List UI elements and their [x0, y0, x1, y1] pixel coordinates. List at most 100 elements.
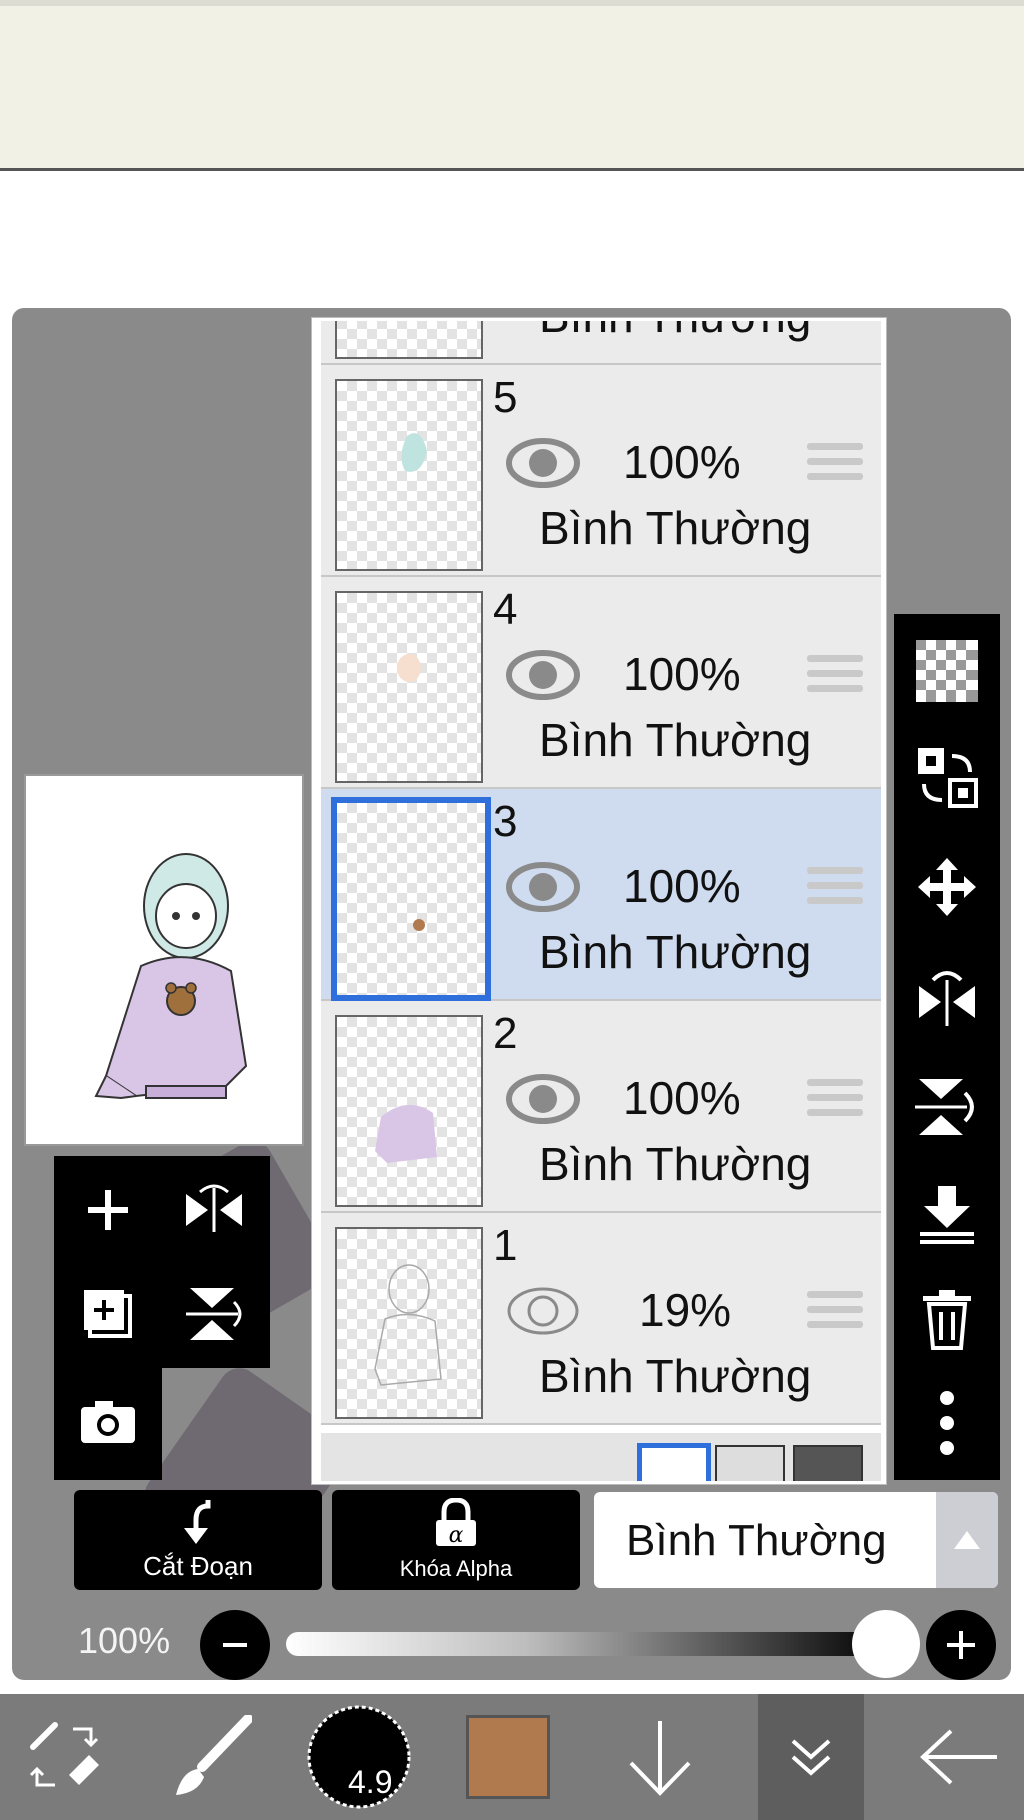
background-checker-option[interactable] [715, 1445, 785, 1481]
eye-outline-icon[interactable] [505, 1283, 581, 1339]
add-layer-button[interactable] [68, 1170, 148, 1250]
layer-number: 3 [493, 797, 518, 846]
opacity-value: 100% [78, 1620, 171, 1661]
layer-blend-mode: Bình Thường [539, 1350, 812, 1402]
tool-switch-button[interactable] [0, 1694, 130, 1820]
layer-thumbnail [335, 591, 483, 783]
arrow-left-icon [920, 1729, 997, 1785]
layer-thumbnail-art [413, 919, 425, 931]
layer-thumbnail [335, 379, 483, 571]
current-color-swatch [466, 1715, 550, 1799]
drag-handle-icon[interactable] [807, 443, 863, 488]
checkerboard-icon [916, 640, 978, 702]
layer-opacity: 100% [623, 648, 741, 700]
layer-opacity: 19% [639, 1284, 732, 1336]
flip-vertical-icon [915, 1079, 974, 1135]
move-icon [918, 858, 976, 916]
arrow-down-icon [629, 1721, 691, 1796]
layer-menu-button[interactable] [758, 1694, 864, 1820]
double-chevron-down-icon [791, 1739, 831, 1776]
layer-number: 1 [493, 1221, 518, 1270]
back-button[interactable] [904, 1694, 1014, 1820]
flip-vertical-icon [186, 1288, 242, 1340]
color-button[interactable] [458, 1694, 558, 1820]
layer-thumbnail-art [375, 1104, 437, 1163]
move-button[interactable] [912, 852, 982, 922]
background-dark-option[interactable] [793, 1445, 863, 1481]
minus-icon [223, 1643, 247, 1647]
left-layer-tools [54, 1156, 270, 1368]
drag-handle-icon[interactable] [807, 1291, 863, 1336]
lock-icon: α [436, 1498, 476, 1548]
clipping-button[interactable]: Cắt Đoạn [74, 1490, 322, 1590]
layer-opacity: 100% [623, 860, 741, 912]
brush-icon [176, 1715, 252, 1795]
eye-icon[interactable] [505, 435, 581, 491]
brush-eraser-switch-icon [29, 1722, 99, 1787]
layer-row-5[interactable]: 5 100% Bình Thường [321, 365, 881, 577]
camera-button[interactable] [68, 1382, 148, 1462]
swap-layer-button[interactable] [912, 742, 982, 812]
alpha-lock-button[interactable]: α Khóa Alpha [332, 1490, 580, 1590]
layer-row-partial[interactable]: Bình Thường [321, 321, 881, 365]
swap-icon [918, 748, 978, 808]
layer-thumbnail-art [397, 654, 421, 682]
canvas-preview[interactable] [24, 774, 304, 1146]
opacity-decrease-button[interactable] [200, 1610, 270, 1680]
opacity-slider-track[interactable] [286, 1632, 888, 1656]
transparent-bg-button[interactable] [912, 636, 982, 706]
layer-row-2[interactable]: 2 100% Bình Thường [321, 1001, 881, 1213]
layer-thumbnail-art [401, 433, 427, 472]
layer-number: 5 [493, 373, 518, 422]
flip-horizontal-icon [919, 971, 975, 1026]
triangle-up-icon [954, 1531, 980, 1549]
flip-vertical-button[interactable] [174, 1274, 254, 1354]
layer-row-1[interactable]: 1 19% Bình Thường [321, 1213, 881, 1425]
duplicate-layer-button[interactable] [68, 1274, 148, 1354]
left-camera-tool [54, 1368, 162, 1480]
layer-row-4[interactable]: 4 100% Bình Thường [321, 577, 881, 789]
plus-icon [88, 1190, 128, 1230]
blend-mode-value: Bình Thường [626, 1516, 887, 1565]
opacity-increase-button[interactable] [926, 1610, 996, 1680]
eye-icon[interactable] [505, 647, 581, 703]
trash-icon [923, 1290, 971, 1350]
layer-thumbnail [335, 1227, 483, 1419]
layer-thumbnail-art [374, 1264, 442, 1386]
layer-row-3[interactable]: 3 100% Bình Thường [321, 789, 881, 1001]
layer-blend-mode: Bình Thường [539, 714, 812, 766]
more-vertical-icon [940, 1391, 954, 1455]
background-color-row [321, 1433, 881, 1481]
eye-icon[interactable] [505, 1071, 581, 1127]
layer-thumbnail [335, 321, 483, 359]
camera-icon [81, 1401, 135, 1443]
layer-panel: Bình Thường 5 100% Bình Thường 4 100% Bì… [312, 318, 886, 1484]
layer-thumbnail [335, 1015, 483, 1207]
brush-size-button[interactable]: 4.9 [296, 1694, 422, 1820]
flip-layer-vertical-button[interactable] [912, 1072, 982, 1142]
alpha-lock-label: Khóa Alpha [399, 1556, 513, 1581]
scroll-down-button[interactable] [610, 1694, 710, 1820]
blend-mode-select[interactable]: Bình Thường [594, 1492, 998, 1588]
opacity-slider-knob[interactable] [852, 1610, 920, 1678]
drag-handle-icon[interactable] [807, 1079, 863, 1124]
drag-handle-icon[interactable] [807, 655, 863, 700]
dropdown-arrow-icon[interactable] [936, 1492, 998, 1588]
brush-tool-button[interactable] [150, 1694, 270, 1820]
delete-layer-button[interactable] [912, 1284, 982, 1354]
layer-opacity: 100% [623, 436, 741, 488]
background-white-option[interactable] [637, 1443, 711, 1481]
eye-icon[interactable] [505, 859, 581, 915]
character-artwork [94, 853, 248, 1100]
layer-opacity-control: 100% [0, 1606, 1024, 1682]
layer-thumbnail [331, 797, 491, 1001]
drag-handle-icon[interactable] [807, 867, 863, 912]
plus-icon [947, 1631, 975, 1659]
svg-text:α: α [449, 1523, 464, 1548]
flip-horizontal-button[interactable] [174, 1170, 254, 1250]
more-options-button[interactable] [912, 1388, 982, 1458]
flip-layer-horizontal-button[interactable] [912, 962, 982, 1032]
merge-down-button[interactable] [912, 1180, 982, 1250]
duplicate-layer-icon [84, 1290, 132, 1338]
clipping-label: Cắt Đoạn [143, 1551, 253, 1581]
